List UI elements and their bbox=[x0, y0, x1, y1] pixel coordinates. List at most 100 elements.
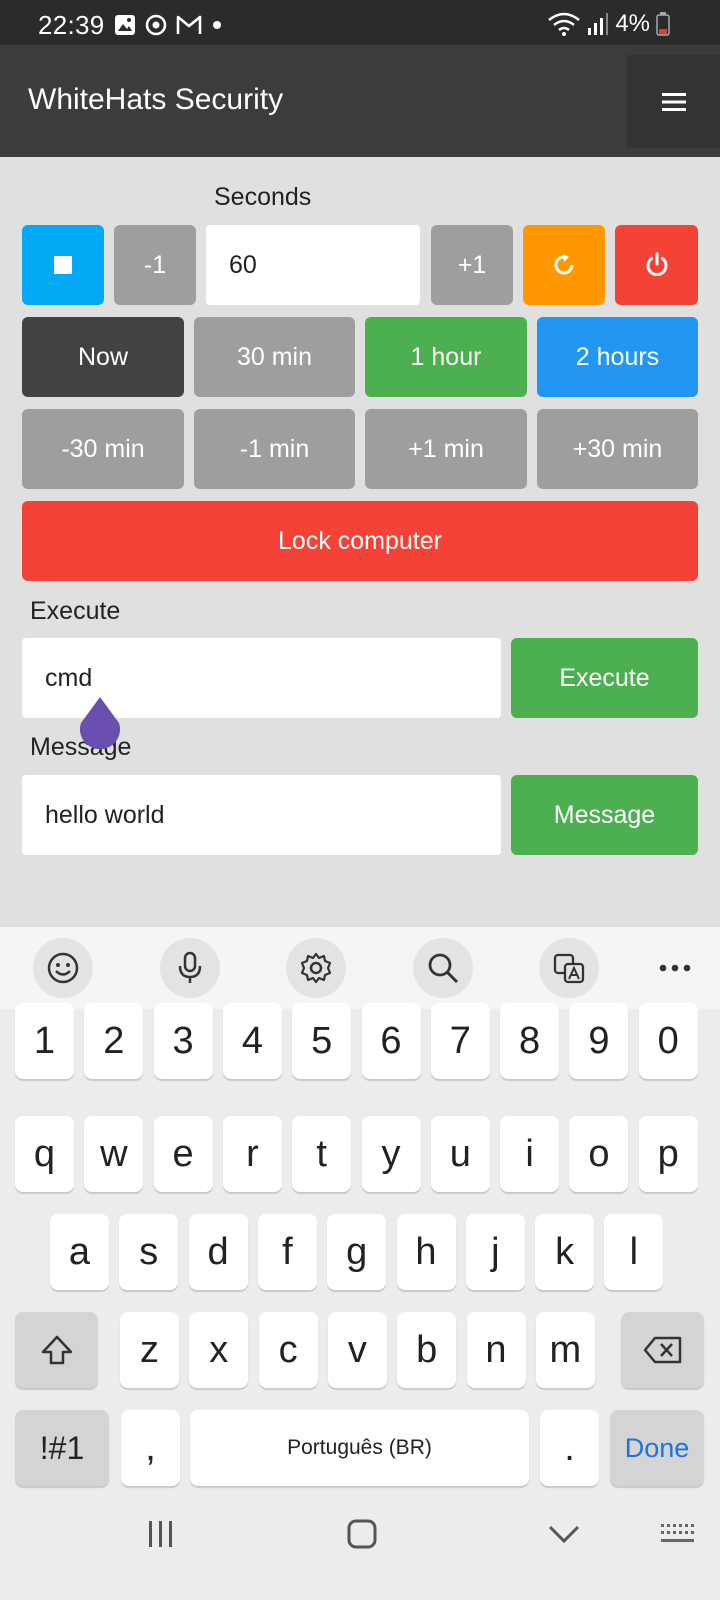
keyboard-switch-button[interactable] bbox=[648, 1504, 708, 1564]
shift-key[interactable] bbox=[15, 1312, 98, 1388]
keyboard-icon bbox=[661, 1524, 694, 1542]
number-key-6[interactable]: 6 bbox=[361, 1003, 421, 1079]
stop-icon bbox=[54, 256, 72, 274]
preset-2-hours-button[interactable]: 2 hours bbox=[537, 317, 698, 397]
number-key-0[interactable]: 0 bbox=[638, 1003, 698, 1079]
letter-key-z[interactable]: z bbox=[120, 1312, 179, 1388]
gmail-icon bbox=[176, 15, 202, 34]
backspace-icon bbox=[643, 1336, 681, 1364]
symbols-key[interactable]: !#1 bbox=[15, 1410, 109, 1486]
adjust-minus-30-min-button[interactable]: -30 min bbox=[22, 409, 184, 489]
seconds-label: Seconds bbox=[214, 183, 312, 211]
home-button[interactable] bbox=[332, 1504, 392, 1564]
letter-key-n[interactable]: n bbox=[466, 1312, 526, 1388]
translate-icon bbox=[553, 953, 585, 984]
number-key-4[interactable]: 4 bbox=[222, 1003, 282, 1079]
number-key-2[interactable]: 2 bbox=[84, 1003, 144, 1079]
recent-apps-icon bbox=[149, 1521, 172, 1547]
menu-button[interactable] bbox=[627, 55, 720, 148]
main-content: Seconds -1 60 +1 Now 30 min 1 hour 2 hou… bbox=[0, 157, 720, 927]
letter-key-i[interactable]: i bbox=[500, 1116, 560, 1192]
keyboard-settings-button[interactable] bbox=[286, 938, 346, 998]
message-button[interactable]: Message bbox=[511, 775, 698, 855]
home-icon bbox=[347, 1519, 377, 1549]
done-key[interactable]: Done bbox=[610, 1410, 704, 1486]
letter-key-q[interactable]: q bbox=[15, 1116, 74, 1192]
more-options-button[interactable] bbox=[645, 938, 705, 998]
navigation-bar bbox=[0, 1498, 720, 1600]
letter-key-p[interactable]: p bbox=[638, 1116, 698, 1192]
emoji-icon bbox=[47, 952, 79, 984]
adjust-minus-1-min-button[interactable]: -1 min bbox=[194, 409, 355, 489]
comma-key[interactable]: , bbox=[121, 1410, 180, 1486]
execute-label: Execute bbox=[30, 597, 121, 625]
number-key-1[interactable]: 1 bbox=[15, 1003, 74, 1079]
stop-button[interactable] bbox=[22, 225, 104, 305]
letter-key-g[interactable]: g bbox=[327, 1214, 387, 1290]
adjust-plus-30-min-button[interactable]: +30 min bbox=[537, 409, 698, 489]
letter-key-u[interactable]: u bbox=[430, 1116, 490, 1192]
sync-icon bbox=[145, 14, 167, 36]
status-bar: 22:39 4% bbox=[0, 0, 720, 45]
recent-apps-button[interactable] bbox=[131, 1504, 191, 1564]
letter-key-h[interactable]: h bbox=[396, 1214, 456, 1290]
execute-button[interactable]: Execute bbox=[511, 638, 698, 718]
number-key-7[interactable]: 7 bbox=[430, 1003, 490, 1079]
letter-key-c[interactable]: c bbox=[258, 1312, 318, 1388]
decrement-button[interactable]: -1 bbox=[114, 225, 196, 305]
letter-key-l[interactable]: l bbox=[604, 1214, 664, 1290]
restart-button[interactable] bbox=[523, 225, 605, 305]
backspace-key[interactable] bbox=[621, 1312, 704, 1388]
letter-key-d[interactable]: d bbox=[188, 1214, 248, 1290]
space-key[interactable]: Português (BR) bbox=[190, 1410, 529, 1486]
letter-key-e[interactable]: e bbox=[153, 1116, 213, 1192]
letter-key-r[interactable]: r bbox=[222, 1116, 282, 1192]
letter-key-o[interactable]: o bbox=[569, 1116, 629, 1192]
letter-key-w[interactable]: w bbox=[84, 1116, 144, 1192]
preset-now-button[interactable]: Now bbox=[22, 317, 184, 397]
letter-key-s[interactable]: s bbox=[119, 1214, 179, 1290]
letter-key-f[interactable]: f bbox=[257, 1214, 317, 1290]
power-icon bbox=[646, 252, 667, 277]
message-input[interactable]: hello world bbox=[22, 775, 501, 855]
letter-key-v[interactable]: v bbox=[327, 1312, 387, 1388]
letter-key-a[interactable]: a bbox=[50, 1214, 109, 1290]
emoji-button[interactable] bbox=[33, 938, 93, 998]
battery-low-icon bbox=[656, 12, 670, 36]
keyboard-search-button[interactable] bbox=[413, 938, 473, 998]
voice-input-button[interactable] bbox=[160, 938, 220, 998]
number-key-8[interactable]: 8 bbox=[500, 1003, 560, 1079]
period-key[interactable]: . bbox=[540, 1410, 599, 1486]
shutdown-button[interactable] bbox=[615, 225, 698, 305]
number-key-5[interactable]: 5 bbox=[292, 1003, 352, 1079]
increment-button[interactable]: +1 bbox=[431, 225, 513, 305]
letter-key-m[interactable]: m bbox=[535, 1312, 595, 1388]
hamburger-menu-icon bbox=[661, 92, 686, 111]
system-icons: 4% bbox=[547, 10, 670, 38]
letter-key-j[interactable]: j bbox=[465, 1214, 525, 1290]
keyboard-toolbar bbox=[0, 927, 720, 1009]
microphone-icon bbox=[178, 951, 202, 983]
letter-key-b[interactable]: b bbox=[397, 1312, 457, 1388]
translate-button[interactable] bbox=[539, 938, 599, 998]
adjust-plus-1-min-button[interactable]: +1 min bbox=[365, 409, 527, 489]
number-key-9[interactable]: 9 bbox=[569, 1003, 629, 1079]
app-title: WhiteHats Security bbox=[28, 83, 284, 116]
letter-key-k[interactable]: k bbox=[535, 1214, 595, 1290]
letter-key-y[interactable]: y bbox=[361, 1116, 421, 1192]
text-cursor-handle[interactable] bbox=[79, 697, 121, 749]
gallery-icon bbox=[115, 15, 135, 35]
number-key-3[interactable]: 3 bbox=[153, 1003, 213, 1079]
back-button[interactable] bbox=[534, 1504, 594, 1564]
lock-computer-button[interactable]: Lock computer bbox=[22, 501, 698, 581]
preset-30-min-button[interactable]: 30 min bbox=[194, 317, 355, 397]
wifi-icon bbox=[548, 12, 581, 36]
status-time: 22:39 bbox=[38, 10, 105, 40]
restart-icon bbox=[554, 254, 574, 275]
shift-icon bbox=[41, 1335, 72, 1365]
app-bar: WhiteHats Security bbox=[0, 45, 720, 157]
letter-key-x[interactable]: x bbox=[189, 1312, 249, 1388]
seconds-input[interactable]: 60 bbox=[206, 225, 420, 305]
letter-key-t[interactable]: t bbox=[292, 1116, 352, 1192]
preset-1-hour-button[interactable]: 1 hour bbox=[365, 317, 527, 397]
